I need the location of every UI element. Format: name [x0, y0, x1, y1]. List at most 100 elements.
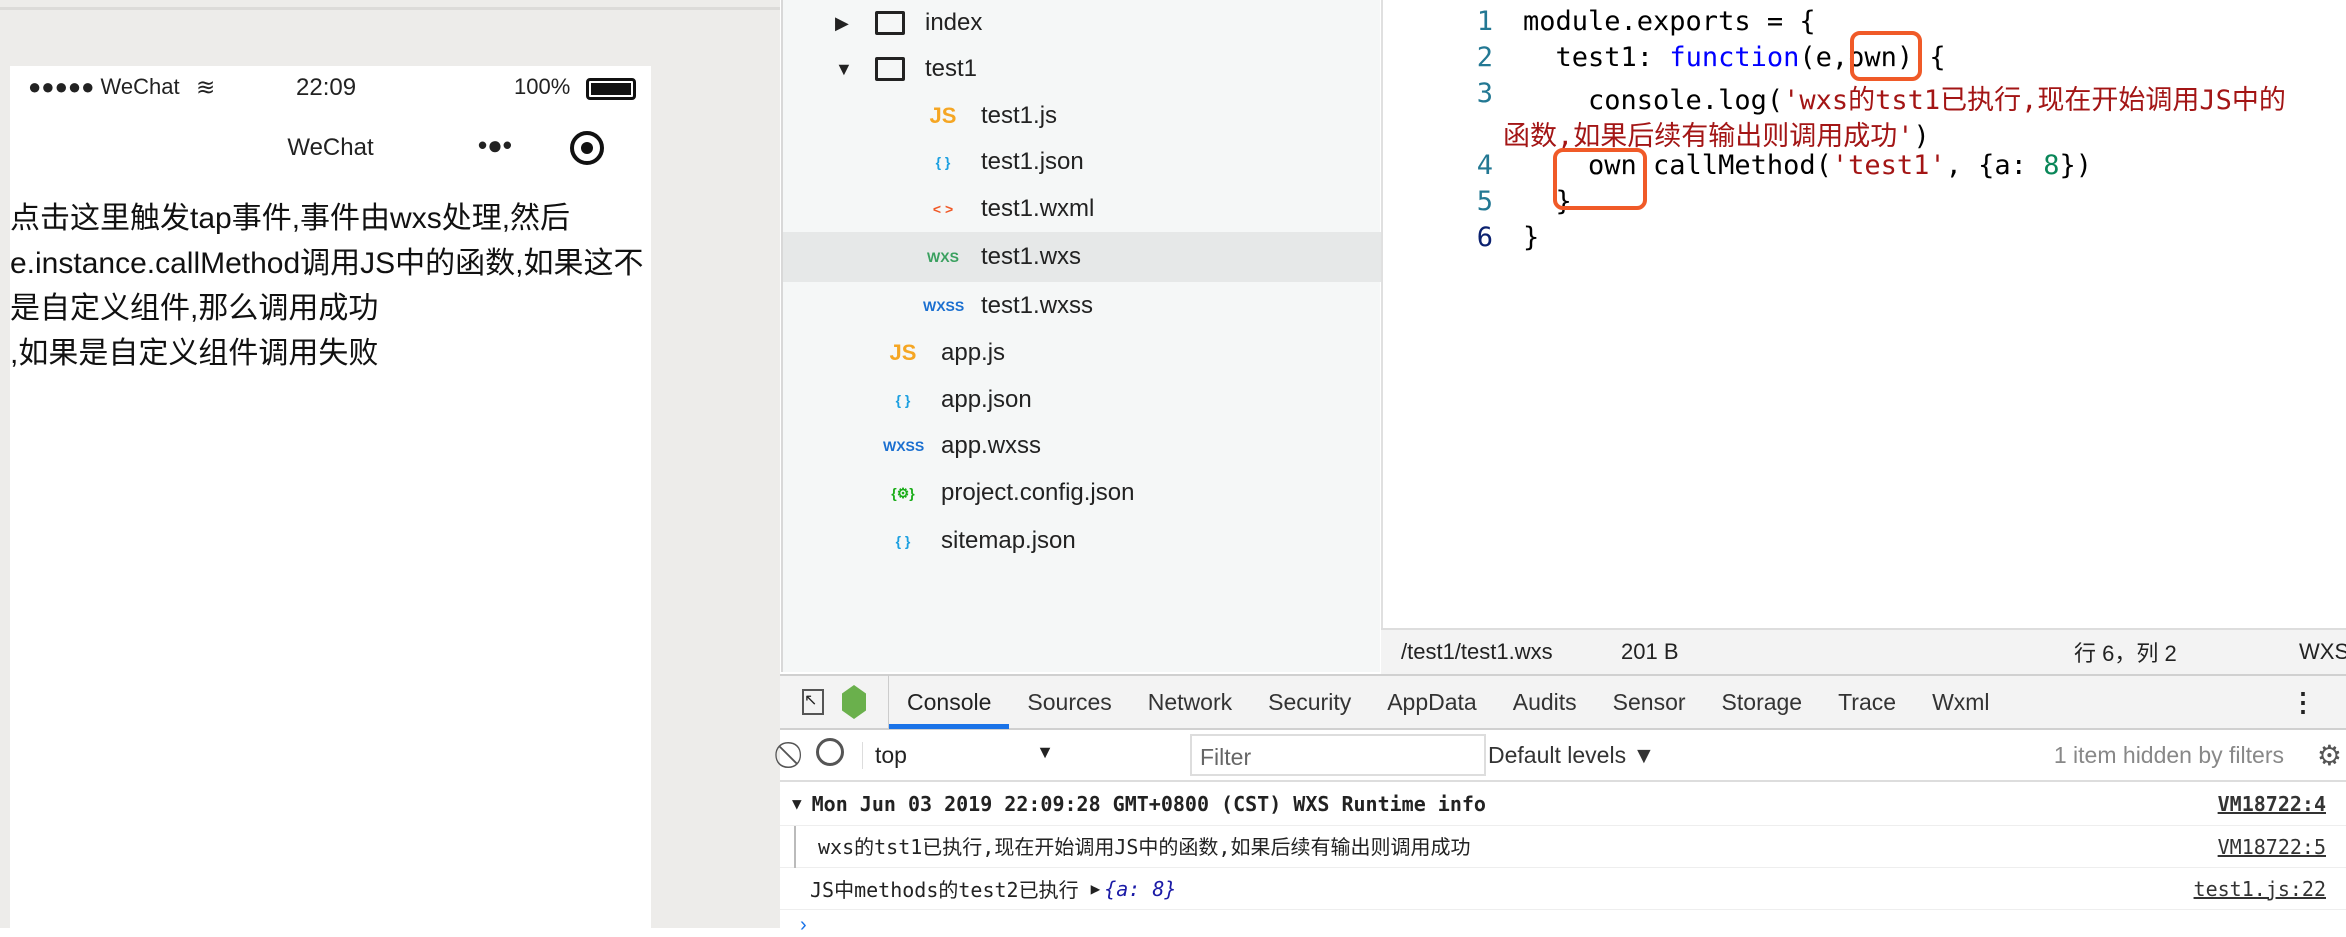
code-text: test1: [1523, 42, 1670, 73]
tree-item-label: test1.wxml [981, 195, 1095, 222]
tree-item-test1-json[interactable]: { } test1.json [783, 139, 1382, 185]
tab-sources[interactable]: Sources [1009, 675, 1129, 729]
gear-icon[interactable]: ⚙ [2317, 739, 2342, 772]
clear-console-icon[interactable] [816, 738, 844, 766]
tab-storage[interactable]: Storage [1704, 675, 1821, 729]
tab-network[interactable]: Network [1130, 675, 1250, 729]
folder-open-icon [875, 57, 905, 81]
tab-wxml[interactable]: Wxml [1914, 675, 2007, 729]
caret-right-icon[interactable]: ▶ [1091, 879, 1101, 898]
more-menu-icon[interactable]: •●• [478, 130, 512, 161]
tree-item-label: sitemap.json [941, 527, 1076, 554]
inspect-icon[interactable]: ↖ [802, 689, 824, 715]
code-text: console.log( [1523, 85, 1784, 116]
node-icon[interactable] [842, 685, 866, 719]
code-text: , {a: [1945, 150, 2044, 181]
cursor-position[interactable]: 行 6，列 2 [2074, 636, 2177, 668]
tab-sensor[interactable]: Sensor [1595, 675, 1704, 729]
caret-down-icon[interactable]: ▼ [792, 794, 802, 813]
tree-item-test1-wxml[interactable]: < > test1.wxml [783, 186, 1382, 232]
line-number: 4 [1476, 150, 1493, 181]
line-number: 1 [1476, 6, 1493, 37]
caret-down-icon[interactable]: ▼ [835, 59, 857, 80]
code-text: ) [1913, 121, 1930, 152]
tab-appdata[interactable]: AppData [1369, 675, 1495, 729]
console-message: wxs的tst1已执行,现在开始调用JS中的函数,如果后续有输出则调用成功 [794, 825, 1470, 868]
filter-input[interactable]: Filter [1190, 734, 1486, 776]
file-path: /test1/test1.wxs [1401, 639, 1553, 664]
more-icon[interactable]: ⋮ [2290, 687, 2316, 718]
source-link[interactable]: VM18722:4 [2218, 792, 2326, 816]
code-editor[interactable]: 1 2 3 4 5 6 module.exports = { test1: fu… [1381, 0, 2346, 628]
source-link[interactable]: test1.js:22 [2194, 877, 2326, 901]
line-number: 3 [1476, 78, 1493, 109]
tree-item-label: test1.wxss [981, 292, 1094, 319]
tree-item-label: test1.wxs [981, 243, 1082, 270]
line-number: 2 [1476, 42, 1493, 73]
highlight-box [1850, 31, 1922, 81]
tab-security[interactable]: Security [1250, 675, 1369, 729]
line-number: 5 [1476, 186, 1493, 217]
code-line: module.exports = { [1523, 6, 1816, 37]
file-type-icon: { } [895, 533, 911, 549]
string: 'test1' [1831, 150, 1946, 181]
object-preview[interactable]: {a: 8} [1104, 877, 1176, 901]
keyword: function [1669, 42, 1800, 73]
chevron-down-icon: ▼ [1036, 741, 1054, 762]
tree-item-app-wxss[interactable]: WXSS app.wxss [783, 423, 1382, 469]
tree-item-label: index [925, 9, 983, 36]
wifi-icon: ≋ [196, 74, 216, 100]
tree-item-app-json[interactable]: { } app.json [783, 377, 1382, 423]
code-text: }) [2059, 150, 2092, 181]
tree-item-test1-js[interactable]: JS test1.js [783, 93, 1382, 139]
tree-item-test1-wxs[interactable]: WXS test1.wxs [783, 232, 1382, 282]
tab-console[interactable]: Console [889, 675, 1010, 729]
code-text: } [1523, 222, 1540, 253]
tree-item-label: test1.json [981, 148, 1084, 175]
tree-item-index[interactable]: ▶ index [783, 0, 1382, 46]
tree-item-label: app.json [941, 386, 1032, 413]
console-prompt-icon[interactable]: › [800, 914, 807, 937]
code-text: module.exports = { [1523, 6, 1816, 37]
tree-item-project-config-json[interactable]: {⚙} project.config.json [783, 470, 1382, 516]
hidden-count: 1 item hidden by filters [2053, 741, 2284, 768]
simulator-pane: ●●●●● WeChat ≋ 22:09 100% WeChat •●• 点击这… [0, 0, 780, 928]
tab-audits[interactable]: Audits [1495, 675, 1595, 729]
console-message: JS中methods的test2已执行 [810, 878, 1079, 902]
highlight-box [1553, 148, 1647, 210]
tab-trace[interactable]: Trace [1820, 675, 1914, 729]
context-select[interactable]: top ▼ [862, 741, 1062, 769]
caret-right-icon[interactable]: ▶ [835, 13, 857, 34]
tree-item-sitemap-json[interactable]: { } sitemap.json [783, 518, 1382, 564]
tree-item-test1[interactable]: ▼ test1 [783, 46, 1382, 92]
language-mode[interactable]: WXS [2299, 639, 2346, 665]
tree-item-label: test1 [925, 55, 978, 82]
folder-icon [875, 11, 905, 35]
file-tree: ▶ index ▼ test1 JS test1.js { } test1.json < > te… [781, 0, 1382, 672]
file-size: 201 B [1621, 639, 1679, 664]
tree-item-label: app.wxss [941, 432, 1042, 459]
source-link[interactable]: VM18722:5 [2218, 835, 2326, 859]
console-group[interactable]: ▼ Mon Jun 03 2019 22:09:28 GMT+0800 (CST… [780, 782, 2346, 826]
file-type-icon: < > [932, 201, 954, 217]
string: 'wxs的tst1已执行,现在开始调用JS中的 [1783, 85, 2286, 116]
clock: 22:09 [296, 74, 357, 101]
file-type-icon: WXSS [883, 438, 925, 454]
file-type-icon: WXSS [923, 298, 965, 314]
number: 8 [2043, 150, 2060, 181]
tree-item-test1-wxss[interactable]: WXSS test1.wxss [783, 283, 1382, 329]
tap-text[interactable]: 点击这里触发tap事件,事件由wxs处理,然后e.instance.callMe… [10, 196, 651, 376]
console-entry: JS中methods的test2已执行 ▶ {a: 8} test1.js:22 [780, 868, 2346, 910]
console-entry: wxs的tst1已执行,现在开始调用JS中的函数,如果后续有输出则调用成功 VM… [780, 825, 2346, 868]
console-message: Mon Jun 03 2019 22:09:28 GMT+0800 (CST) … [811, 791, 1486, 816]
console-filter-bar: ⃠ top▼ Filter Default levels ▼ 1 item hi… [780, 730, 2346, 782]
devtools-tabs: ↖ Console Sources Network Security AppData Au… [780, 674, 2346, 730]
tree-item-app-js[interactable]: JS app.js [783, 330, 1382, 376]
battery-icon [586, 78, 636, 100]
log-levels-select[interactable]: Default levels ▼ [1488, 742, 1655, 769]
close-capsule-icon[interactable] [570, 131, 604, 165]
tree-item-label: project.config.json [941, 479, 1135, 506]
nav-title: WeChat [287, 134, 374, 161]
phone-screen[interactable]: ●●●●● WeChat ≋ 22:09 100% WeChat •●• 点击这… [10, 66, 651, 928]
tree-item-label: app.js [941, 339, 1006, 366]
